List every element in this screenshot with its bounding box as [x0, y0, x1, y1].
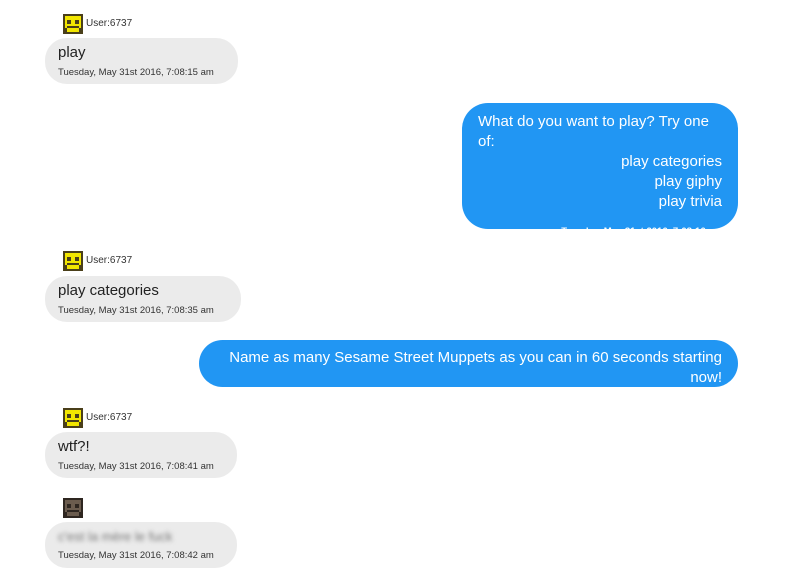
message-author — [63, 498, 83, 518]
incoming-message-bubble[interactable]: c'est la mère le fuck Tuesday, May 31st … — [45, 522, 237, 568]
pixel-face-dark-icon — [63, 498, 83, 518]
message-text: c'est la mère le fuck — [58, 529, 173, 544]
username: User:6737 — [86, 412, 133, 423]
message-timestamp: Tuesday, May 31st 2016, 7:08:36 am — [561, 388, 722, 399]
outgoing-message-bubble[interactable]: What do you want to play? Try one of: pl… — [462, 103, 738, 237]
message-timestamp: Tuesday, May 31st 2016, 7:08:15 am — [58, 67, 214, 78]
incoming-message-bubble[interactable]: play categories Tuesday, May 31st 2016, … — [45, 276, 241, 322]
outgoing-message-bubble[interactable]: Name as many Sesame Street Muppets as yo… — [199, 340, 738, 399]
message-text: Name as many Sesame Street Muppets as yo… — [229, 349, 722, 386]
incoming-message-bubble[interactable]: play Tuesday, May 31st 2016, 7:08:15 am — [45, 38, 238, 84]
pixel-face-yellow-icon — [63, 14, 83, 34]
username: User:6737 — [86, 18, 133, 29]
username: User:6737 — [86, 255, 133, 266]
pixel-face-yellow-icon — [63, 251, 83, 271]
message-text-line: play trivia — [658, 193, 722, 210]
message-author: User:6737 — [63, 408, 132, 428]
message-author: User:6737 — [63, 251, 132, 271]
message-author: User:6737 — [63, 14, 132, 34]
message-text: play — [58, 44, 86, 61]
message-timestamp: Tuesday, May 31st 2016, 7:08:42 am — [58, 550, 214, 561]
message-text-line: play categories — [621, 153, 722, 170]
message-timestamp: Tuesday, May 31st 2016, 7:08:35 am — [58, 305, 214, 316]
message-text-line: play giphy — [654, 173, 722, 190]
incoming-message-bubble[interactable]: wtf?! Tuesday, May 31st 2016, 7:08:41 am — [45, 432, 237, 478]
message-timestamp: Tuesday, May 31st 2016, 7:08:41 am — [58, 461, 214, 472]
message-text-line: What do you want to play? Try one of: — [478, 113, 709, 150]
message-timestamp: Tuesday, May 31st 2016, 7:08:16 am — [561, 226, 722, 237]
message-text: play categories — [58, 282, 159, 299]
message-text: wtf?! — [58, 438, 90, 455]
pixel-face-yellow-icon — [63, 408, 83, 428]
